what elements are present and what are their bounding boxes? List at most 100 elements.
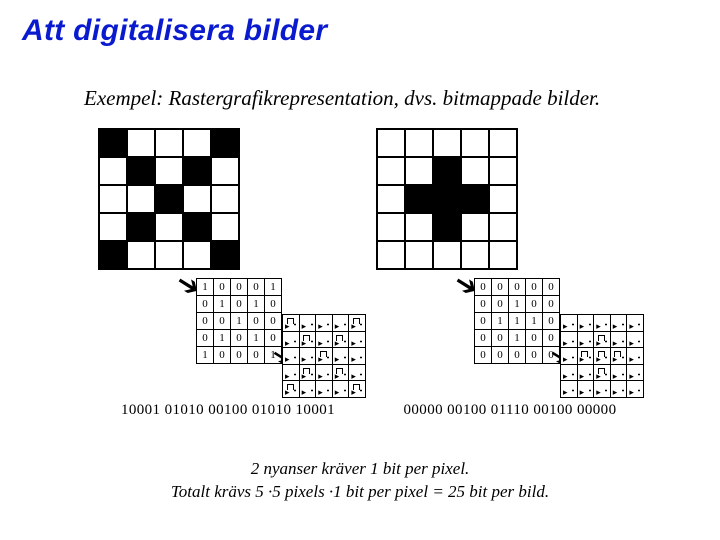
pixel-cell [378,242,404,268]
pixel-cell [462,186,488,212]
value-cell: 1 [492,313,508,329]
signal-cell: ▸ [283,332,299,348]
signal-cell: ▸ [594,315,610,331]
value-cell: 0 [214,313,230,329]
signal-cell: ▸ [283,365,299,381]
value-cell: 0 [543,313,559,329]
bitmap-grid-plus [376,128,518,270]
value-cell: 0 [475,313,491,329]
value-cell: 0 [214,279,230,295]
signal-cell: ▸ [611,332,627,348]
value-cell: 0 [231,296,247,312]
value-cell: 0 [231,330,247,346]
pixel-cell [434,186,460,212]
signal-cell: ▸ [578,365,594,381]
signal-cell: ▸ [561,332,577,348]
value-cell: 1 [265,279,281,295]
pixel-cell [434,214,460,240]
pixel-cell [378,158,404,184]
signal-cell: ▸ [349,381,365,397]
diagram-area: ➔ 1000101010001000101010001 ➔ ▸▸▸▸▸▸▸▸▸▸… [92,128,632,448]
pixel-cell [128,158,154,184]
caption-line-2: Totalt krävs 5 ·5 pixels ·1 bit per pixe… [0,481,720,504]
signal-cell: ▸ [627,332,643,348]
value-cell: 0 [197,330,213,346]
pixel-cell [184,214,210,240]
signal-cell: ▸ [561,365,577,381]
signal-cell: ▸ [300,381,316,397]
number-matrix-plus: 0000000100011100010000000 [474,278,560,364]
pixel-cell [490,242,516,268]
value-cell: 1 [214,296,230,312]
value-cell: 1 [509,330,525,346]
pixel-cell [490,158,516,184]
signal-cell: ▸ [300,348,316,364]
signal-cell: ▸ [627,381,643,397]
caption-line-1: 2 nyanser kräver 1 bit per pixel. [0,458,720,481]
value-cell: 0 [231,347,247,363]
value-cell: 1 [197,279,213,295]
signal-cell: ▸ [578,348,594,364]
value-cell: 0 [231,279,247,295]
signal-cell: ▸ [627,315,643,331]
signal-cell: ▸ [316,332,332,348]
signal-cell: ▸ [316,365,332,381]
pixel-cell [156,214,182,240]
value-cell: 1 [197,347,213,363]
signal-cell: ▸ [611,315,627,331]
pixel-cell [212,242,238,268]
value-cell: 0 [197,313,213,329]
value-cell: 0 [248,279,264,295]
value-cell: 1 [231,313,247,329]
signal-cell: ▸ [333,365,349,381]
signal-cell: ▸ [349,365,365,381]
signal-cell: ▸ [349,315,365,331]
signal-cell: ▸ [594,381,610,397]
value-cell: 0 [248,313,264,329]
pixel-cell [184,158,210,184]
value-cell: 0 [265,313,281,329]
signal-cell: ▸ [578,332,594,348]
bitmap-grid-x [98,128,240,270]
pixel-cell [434,158,460,184]
value-cell: 0 [214,347,230,363]
pixel-cell [212,130,238,156]
signal-cell: ▸ [283,381,299,397]
bitstring-x: 10001 01010 00100 01010 10001 [98,402,358,419]
signal-cell: ▸ [627,365,643,381]
pixel-cell [378,130,404,156]
value-cell: 0 [526,296,542,312]
value-cell: 1 [509,296,525,312]
pixel-cell [378,214,404,240]
signal-cell: ▸ [316,348,332,364]
value-cell: 0 [509,279,525,295]
pixel-cell [378,186,404,212]
pixel-cell [184,242,210,268]
signal-cell: ▸ [333,381,349,397]
pixel-cell [406,242,432,268]
pixel-cell [156,158,182,184]
caption: 2 nyanser kräver 1 bit per pixel. Totalt… [0,458,720,504]
signal-cell: ▸ [316,315,332,331]
value-cell: 0 [197,296,213,312]
signal-cell: ▸ [561,315,577,331]
pixel-cell [128,130,154,156]
example-subtitle: Exempel: Rastergrafikrepresentation, dvs… [84,86,600,111]
pixel-cell [434,130,460,156]
value-cell: 0 [475,279,491,295]
signal-grid-x: ▸▸▸▸▸▸▸▸▸▸▸▸▸▸▸▸▸▸▸▸▸▸▸▸▸ [282,314,366,398]
pixel-cell [212,214,238,240]
signal-cell: ▸ [283,348,299,364]
signal-cell: ▸ [300,315,316,331]
value-cell: 0 [475,347,491,363]
pixel-cell [490,130,516,156]
signal-cell: ▸ [300,332,316,348]
value-cell: 0 [475,296,491,312]
pixel-cell [100,242,126,268]
pixel-cell [406,158,432,184]
pixel-cell [100,186,126,212]
signal-cell: ▸ [578,381,594,397]
pixel-cell [462,158,488,184]
value-cell: 1 [248,330,264,346]
signal-cell: ▸ [578,315,594,331]
